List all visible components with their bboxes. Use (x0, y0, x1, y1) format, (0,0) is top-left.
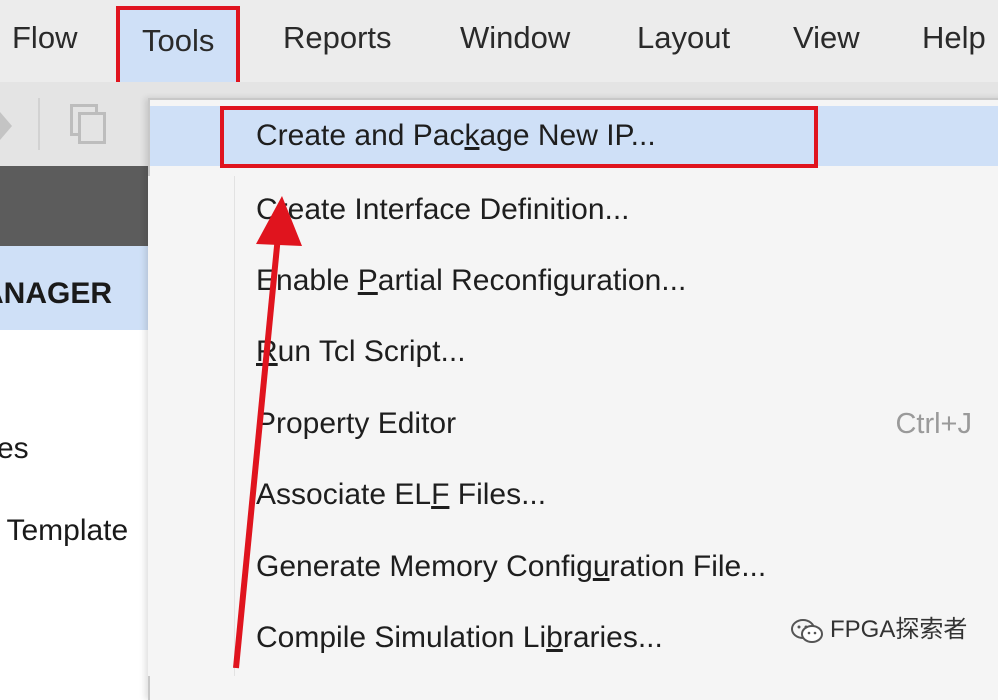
menu-item-associate-elf-files[interactable]: Associate ELF Files... (236, 465, 546, 525)
menu-icon-gutter (148, 176, 235, 676)
panel-header (0, 166, 150, 246)
menu-view[interactable]: View (793, 16, 860, 60)
menu-reports[interactable]: Reports (283, 16, 392, 60)
panel-entry[interactable]: g (0, 596, 150, 630)
menu-item-generate-memory-configuration-file[interactable]: Generate Memory Configuration File... (236, 537, 766, 597)
copy-icon[interactable] (70, 104, 106, 144)
menu-help[interactable]: Help (922, 16, 986, 60)
panel-entry[interactable]: e Template (0, 514, 150, 548)
annotation-highlight-box (220, 106, 818, 168)
shortcut-label: Ctrl+J (895, 408, 972, 440)
menu-item-property-editor[interactable]: Property Editor Ctrl+J (236, 394, 998, 454)
toolbar-separator (38, 98, 40, 150)
copy-icon-front (78, 112, 106, 144)
flow-navigator-title: ANAGER (0, 246, 150, 330)
menu-item-compile-simulation-libraries[interactable]: Compile Simulation Libraries... (236, 608, 663, 668)
panel-entry[interactable]: ces (0, 432, 150, 466)
menu-item-enable-partial-reconfiguration[interactable]: Enable Partial Reconfiguration... (236, 251, 686, 311)
menu-item-run-tcl-script[interactable]: Run Tcl Script... (236, 322, 466, 382)
menu-layout[interactable]: Layout (637, 16, 730, 60)
menu-item-label: Property Editor (256, 407, 457, 440)
menu-window[interactable]: Window (460, 16, 570, 60)
watermark-text: FPGA探索者 (830, 616, 968, 643)
run-icon[interactable] (0, 112, 12, 140)
chat-bubbles-icon (791, 618, 823, 643)
menu-item-create-interface-definition[interactable]: Create Interface Definition... (236, 180, 630, 240)
menu-bar: Flow Tools Reports Window Layout View He… (0, 0, 998, 96)
menu-tools-label: Tools (142, 23, 215, 58)
menu-flow[interactable]: Flow (12, 16, 77, 60)
watermark: FPGA探索者 (790, 612, 967, 648)
